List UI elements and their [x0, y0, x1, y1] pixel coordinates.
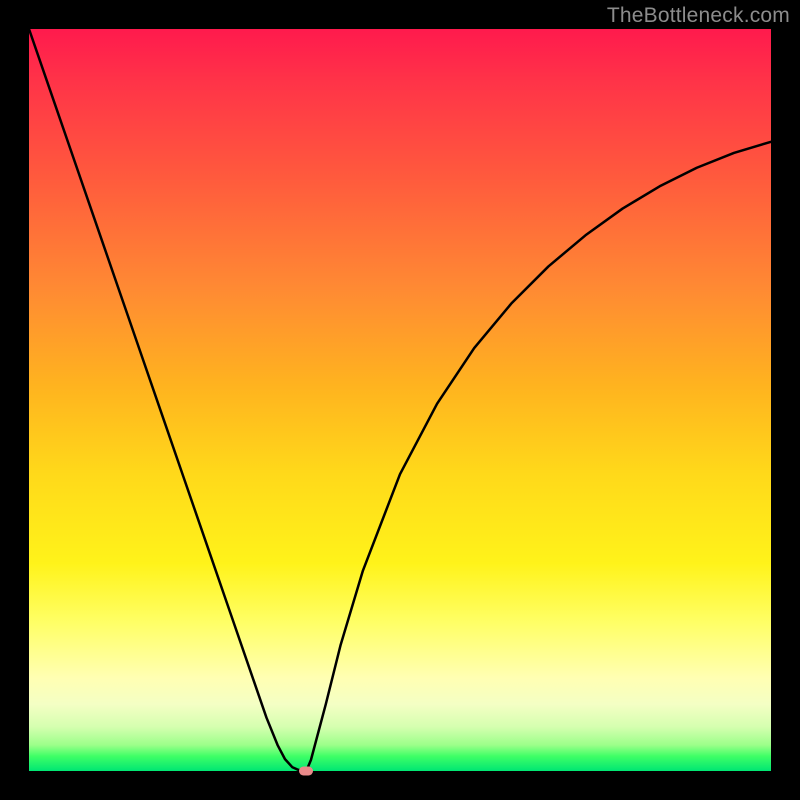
- chart-stage: TheBottleneck.com: [0, 0, 800, 800]
- bottleneck-curve: [29, 29, 771, 771]
- plot-area: [29, 29, 771, 771]
- optimal-marker: [299, 767, 313, 776]
- watermark: TheBottleneck.com: [607, 4, 790, 28]
